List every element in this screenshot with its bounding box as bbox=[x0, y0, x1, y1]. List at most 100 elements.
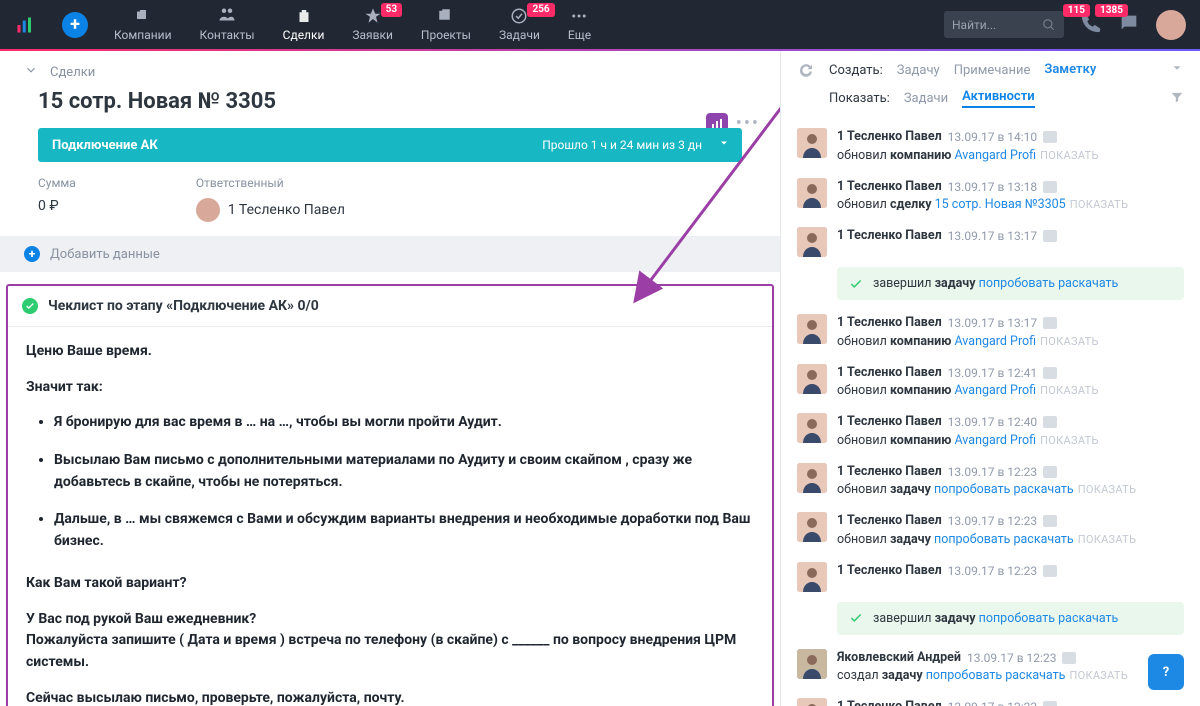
checklist-panel: Чеклист по этапу «Подключение АК» 0/0 Це… bbox=[6, 284, 774, 706]
feed-user: 1 Тесленко Павел bbox=[837, 314, 942, 333]
feed-link[interactable]: попробовать раскачать bbox=[934, 482, 1074, 497]
feed-item: 1 Тесленко Павел13.09.17 в 12:40обновил … bbox=[781, 407, 1200, 457]
feed-link[interactable]: попробовать раскачать bbox=[934, 532, 1074, 547]
nav-Проекты[interactable]: Проекты bbox=[407, 0, 485, 49]
sum-label: Сумма bbox=[38, 176, 76, 190]
feed-item: 1 Тесленко Павел13.09.17 в 12:23обновил … bbox=[781, 692, 1200, 706]
feed-date: 13.09.17 в 12:40 bbox=[948, 413, 1038, 431]
feed-link[interactable]: попробовать раскачать bbox=[926, 668, 1066, 683]
nav-Заявки[interactable]: Заявки53 bbox=[338, 0, 407, 49]
plus-icon: + bbox=[24, 246, 40, 262]
feed-link[interactable]: Avangard Profi bbox=[954, 383, 1036, 398]
feed-link[interactable]: Avangard Profi bbox=[954, 334, 1036, 349]
user-avatar[interactable] bbox=[1156, 10, 1186, 40]
feed-user: 1 Тесленко Павел bbox=[837, 364, 942, 383]
comment-icon[interactable] bbox=[1043, 131, 1057, 143]
feed-user: 1 Тесленко Павел bbox=[837, 413, 942, 432]
search-input[interactable] bbox=[952, 18, 1042, 32]
stage-name: Подключение АК bbox=[52, 138, 158, 153]
search-icon bbox=[1042, 18, 1056, 32]
quick-add-button[interactable]: + bbox=[50, 0, 100, 49]
activity-feed: 1 Тесленко Павел13.09.17 в 14:10обновил … bbox=[781, 118, 1200, 706]
comment-icon[interactable] bbox=[1043, 230, 1057, 242]
feed-item: 1 Тесленко Павел13.09.17 в 14:10обновил … bbox=[781, 122, 1200, 172]
avatar bbox=[797, 364, 827, 394]
comment-icon[interactable] bbox=[1043, 466, 1057, 478]
feed-date: 13.09.17 в 13:17 bbox=[948, 227, 1038, 245]
breadcrumb[interactable]: Сделки bbox=[50, 65, 95, 80]
feed-link[interactable]: 15 сотр. Новая №3305 bbox=[935, 197, 1066, 212]
avatar bbox=[797, 413, 827, 443]
nav-Задачи[interactable]: Задачи256 bbox=[485, 0, 554, 49]
nav-Еще[interactable]: Еще bbox=[554, 0, 605, 49]
avatar bbox=[797, 649, 827, 679]
comment-icon[interactable] bbox=[1043, 515, 1057, 527]
feed-item: 1 Тесленко Павел13.09.17 в 12:23обновил … bbox=[781, 457, 1200, 507]
feed-item: 1 Тесленко Павел13.09.17 в 13:18обновил … bbox=[781, 172, 1200, 222]
global-search[interactable] bbox=[944, 11, 1064, 38]
refresh-icon[interactable] bbox=[797, 61, 815, 79]
deal-title: 15 сотр. Новая № 3305 bbox=[0, 81, 780, 128]
comment-icon[interactable] bbox=[1062, 652, 1076, 664]
nav-Сделки[interactable]: Сделки bbox=[269, 0, 339, 49]
show-link[interactable]: ПОКАЗАТЬ bbox=[1078, 533, 1137, 546]
feed-link[interactable]: Avangard Profi bbox=[954, 433, 1036, 448]
feed-date: 13.09.17 в 13:17 bbox=[948, 314, 1038, 332]
create-task[interactable]: Задачу bbox=[897, 63, 940, 78]
comment-icon[interactable] bbox=[1043, 367, 1057, 379]
nav-Контакты[interactable]: Контакты bbox=[186, 0, 269, 49]
create-note[interactable]: Примечание bbox=[954, 63, 1031, 78]
notification-chat[interactable]: 1385 bbox=[1118, 12, 1140, 38]
feed-completed: завершил задачу попробовать раскачать bbox=[837, 602, 1184, 635]
add-data-button[interactable]: + Добавить данные bbox=[0, 236, 780, 272]
feed-user: 1 Тесленко Павел bbox=[837, 178, 942, 197]
feed-date: 13.09.17 в 12:23 bbox=[948, 512, 1038, 530]
logo[interactable] bbox=[0, 0, 50, 49]
comment-icon[interactable] bbox=[1043, 181, 1057, 193]
nav-Компании[interactable]: Компании bbox=[100, 0, 186, 49]
show-link[interactable]: ПОКАЗАТЬ bbox=[1070, 198, 1129, 211]
feed-link[interactable]: Avangard Profi bbox=[954, 148, 1036, 163]
show-tasks[interactable]: Задачи bbox=[904, 91, 948, 106]
stage-bar[interactable]: Подключение АК Прошло 1 ч и 24 мин из 3 … bbox=[38, 128, 742, 162]
comment-icon[interactable] bbox=[1043, 416, 1057, 428]
feed-completed: завершил задачу попробовать раскачать bbox=[837, 267, 1184, 300]
deal-detail: Сделки ••• 15 сотр. Новая № 3305 Подключ… bbox=[0, 51, 780, 706]
help-button[interactable]: ? bbox=[1148, 654, 1184, 690]
show-activities[interactable]: Активности bbox=[962, 89, 1035, 108]
show-link[interactable]: ПОКАЗАТЬ bbox=[1040, 149, 1099, 162]
feed-user: 1 Тесленко Павел bbox=[837, 562, 942, 581]
responsible-label: Ответственный bbox=[196, 176, 345, 190]
show-link[interactable]: ПОКАЗАТЬ bbox=[1040, 384, 1099, 397]
comment-icon[interactable] bbox=[1043, 701, 1057, 706]
create-memo[interactable]: Заметку bbox=[1044, 62, 1096, 79]
feed-link[interactable]: попробовать раскачать bbox=[979, 611, 1119, 626]
collapse-icon[interactable] bbox=[24, 63, 38, 81]
feed-date: 13.09.17 в 12:23 bbox=[948, 698, 1038, 706]
chevron-down-icon bbox=[718, 137, 730, 153]
filter-icon[interactable] bbox=[1170, 90, 1184, 108]
stage-time: Прошло 1 ч и 24 мин из 3 дн bbox=[542, 138, 702, 152]
top-bar: + КомпанииКонтактыСделкиЗаявки53ПроектыЗ… bbox=[0, 0, 1200, 49]
comment-icon[interactable] bbox=[1043, 565, 1057, 577]
feed-item: 1 Тесленко Павел13.09.17 в 12:41обновил … bbox=[781, 358, 1200, 408]
show-link[interactable]: ПОКАЗАТЬ bbox=[1069, 669, 1128, 682]
comment-icon[interactable] bbox=[1043, 317, 1057, 329]
responsible-value[interactable]: 1 Тесленко Павел bbox=[196, 198, 345, 222]
badge: 1385 bbox=[1095, 4, 1128, 17]
show-link[interactable]: ПОКАЗАТЬ bbox=[1078, 483, 1137, 496]
show-link[interactable]: ПОКАЗАТЬ bbox=[1040, 335, 1099, 348]
show-link[interactable]: ПОКАЗАТЬ bbox=[1040, 434, 1099, 447]
feed-link[interactable]: попробовать раскачать bbox=[979, 276, 1119, 291]
avatar bbox=[797, 227, 827, 257]
avatar bbox=[797, 562, 827, 592]
create-label: Создать: bbox=[829, 63, 883, 78]
feed-user: 1 Тесленко Павел bbox=[837, 463, 942, 482]
avatar bbox=[797, 314, 827, 344]
feed-date: 13.09.17 в 12:23 bbox=[948, 562, 1038, 580]
chevron-down-icon[interactable] bbox=[1170, 61, 1184, 79]
sum-value[interactable]: 0 ₽ bbox=[38, 198, 76, 214]
avatar bbox=[797, 512, 827, 542]
feed-item: 1 Тесленко Павел13.09.17 в 13:17обновил … bbox=[781, 308, 1200, 358]
feed-item: 1 Тесленко Павел 13.09.17 в 12:23 bbox=[781, 556, 1200, 598]
